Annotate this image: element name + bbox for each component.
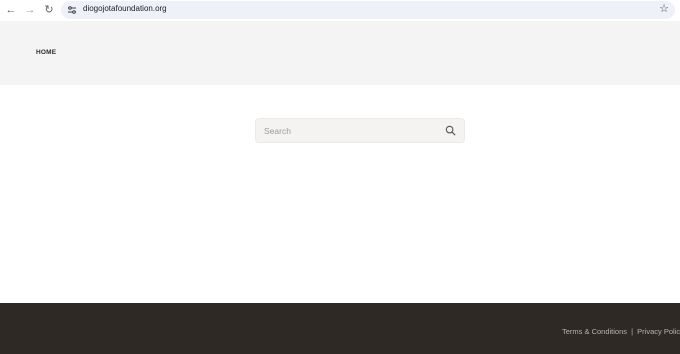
site-header: HOME <box>0 21 680 85</box>
privacy-link[interactable]: Privacy Policy <box>637 327 680 336</box>
search-icon[interactable] <box>445 125 456 136</box>
terms-link[interactable]: Terms & Conditions <box>562 327 627 336</box>
nav-item-home[interactable]: HOME <box>36 49 56 56</box>
back-arrow-icon[interactable]: ← <box>4 3 18 17</box>
search-form <box>255 118 465 143</box>
forward-arrow-icon[interactable]: → <box>23 3 37 17</box>
reload-icon[interactable]: ↻ <box>42 3 56 17</box>
site-footer: Terms & Conditions | Privacy Policy <box>0 303 680 354</box>
site-info-icon[interactable] <box>66 4 78 16</box>
footer-links: Terms & Conditions | Privacy Policy <box>562 327 680 336</box>
bookmark-star-icon[interactable]: ☆ <box>659 2 669 15</box>
browser-toolbar: ← → ↻ diogojotafoundation.org ☆ <box>0 0 680 20</box>
url-text[interactable]: diogojotafoundation.org <box>83 4 167 13</box>
footer-separator: | <box>631 327 634 336</box>
search-input[interactable] <box>256 119 436 142</box>
address-bar[interactable]: diogojotafoundation.org ☆ <box>61 1 675 19</box>
